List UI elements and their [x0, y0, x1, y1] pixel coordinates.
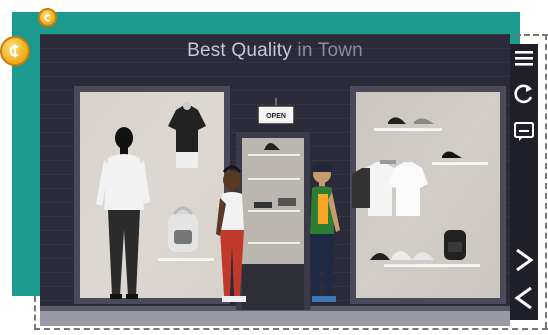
side-toolbar: [510, 44, 538, 320]
coin-icon-small: [38, 8, 57, 27]
next-button[interactable]: [510, 246, 538, 274]
chat-icon: [514, 122, 534, 141]
left-display-window: [74, 86, 230, 304]
back-arrow-icon: [514, 286, 532, 310]
game-stage: Best Quality in Town OPEN: [0, 0, 548, 335]
storefront-illustration: OPEN: [40, 86, 510, 326]
dashed-frame-left: [34, 296, 36, 330]
open-sign: OPEN: [257, 98, 295, 125]
next-arrow-icon: [516, 248, 534, 272]
coin-icon-large: [0, 36, 30, 66]
coin-glyph-small-icon: [44, 13, 50, 22]
back-button[interactable]: [510, 284, 538, 312]
dashed-frame-top: [515, 34, 548, 36]
storefront-scene: Best Quality in Town OPEN: [40, 34, 510, 326]
refresh-button[interactable]: [510, 80, 538, 108]
menu-icon: [515, 51, 533, 66]
store-door: [236, 132, 310, 310]
menu-button[interactable]: [510, 44, 538, 72]
dashed-frame-bottom: [34, 328, 548, 330]
chat-button[interactable]: [510, 118, 538, 146]
character-right: [310, 162, 340, 302]
open-sign-text: OPEN: [266, 113, 286, 120]
right-display-window: [350, 86, 506, 304]
sidewalk: [40, 310, 510, 326]
refresh-icon: [514, 84, 533, 104]
dashed-frame-right: [545, 34, 547, 328]
coin-glyph-icon: [9, 44, 19, 58]
